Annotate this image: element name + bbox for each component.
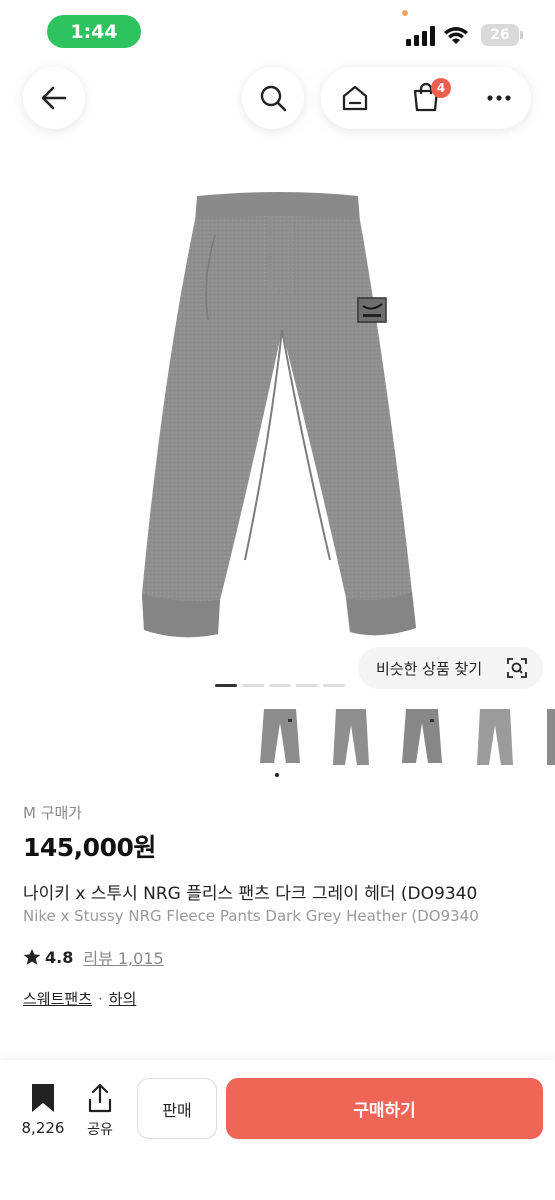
product-image[interactable] — [120, 180, 435, 650]
share-label: 공유 — [87, 1122, 113, 1138]
carousel-dot — [242, 684, 264, 687]
status-time: 1:44 — [47, 15, 141, 48]
thumbnail-strip — [253, 703, 555, 775]
nav-actions: 4 — [321, 67, 531, 129]
carousel-indicator — [215, 684, 345, 687]
category-link-sweatpants[interactable]: 스웨트팬츠 — [23, 990, 92, 1008]
image-search-icon — [507, 658, 527, 678]
thumbnail-indicator — [275, 773, 279, 777]
rating-row: 4.8 리뷰 1,015 — [23, 945, 164, 969]
cart-badge: 4 — [431, 78, 451, 98]
find-similar-button[interactable]: 비슷한 상품 찾기 — [358, 647, 543, 689]
more-dots-icon[interactable] — [486, 94, 512, 102]
back-button[interactable] — [23, 67, 85, 129]
carousel-dot — [215, 684, 237, 687]
status-bar: 1:44 26 — [0, 0, 555, 62]
privacy-indicator — [402, 10, 408, 16]
bookmark-count: 8,226 — [21, 1119, 65, 1137]
carousel-dot — [269, 684, 291, 687]
carousel-dot — [296, 684, 318, 687]
size-price-label: M 구매가 — [23, 804, 83, 822]
wifi-icon — [444, 27, 468, 44]
arrow-left-icon — [41, 86, 67, 110]
search-icon — [260, 85, 287, 112]
search-button[interactable] — [242, 67, 304, 129]
product-title-english: Nike x Stussy NRG Fleece Pants Dark Grey… — [23, 907, 479, 925]
star-icon — [23, 948, 41, 965]
thumbnail-image[interactable] — [543, 703, 555, 773]
thumbnail-image[interactable] — [471, 703, 519, 773]
share-button[interactable]: 공유 — [78, 1082, 122, 1139]
find-similar-label: 비슷한 상품 찾기 — [376, 659, 483, 678]
cellular-signal-icon — [406, 26, 435, 46]
bottom-action-bar: 8,226 공유 판매 구매하기 — [0, 1060, 555, 1200]
buy-button[interactable]: 구매하기 — [226, 1078, 543, 1139]
carousel-dot — [323, 684, 345, 687]
category-breadcrumb: 스웨트팬츠 · 하의 — [23, 988, 136, 1009]
category-link-bottoms[interactable]: 하의 — [109, 990, 137, 1008]
bookmark-icon — [32, 1084, 54, 1112]
product-price: 145,000원 — [23, 833, 156, 862]
rating-score: 4.8 — [45, 947, 74, 967]
sell-button[interactable]: 판매 — [137, 1078, 217, 1139]
home-icon[interactable] — [340, 83, 370, 113]
battery-indicator: 26 — [481, 24, 523, 46]
thumbnail-image[interactable] — [327, 703, 375, 773]
share-icon — [88, 1083, 112, 1113]
product-title: 나이키 x 스투시 NRG 플리스 팬츠 다크 그레이 헤더 (DO9340 — [23, 884, 478, 904]
review-link[interactable]: 리뷰 1,015 — [83, 945, 163, 969]
thumbnail-image[interactable] — [256, 703, 304, 773]
thumbnail-image[interactable] — [398, 703, 446, 773]
bookmark-button[interactable]: 8,226 — [18, 1082, 68, 1137]
category-separator: · — [98, 990, 103, 1008]
